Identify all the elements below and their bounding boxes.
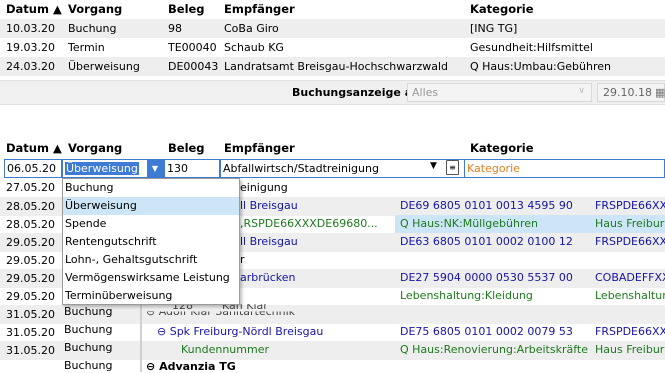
subgroup-spk[interactable]: ⊖ Spk Freiburg-Nördl Breisgau xyxy=(157,325,323,338)
col-header-datum[interactable]: Datum ▲ xyxy=(6,139,62,158)
table-row[interactable]: 24.03.20 Überweisung DE00043 Landratsamt… xyxy=(0,57,665,76)
category-text: Lebenshaltur xyxy=(595,289,665,302)
table-row[interactable]: 10.03.20 Buchung 98 CoBa Giro [ING TG] xyxy=(0,19,665,38)
col-header-empfaenger[interactable]: Empfänger xyxy=(224,0,295,19)
category-text: Haus Freibur xyxy=(595,217,665,230)
dropdown-option[interactable]: Vermögenswirksame Leistung xyxy=(63,269,239,287)
bottom-table-header: Datum ▲ Vorgang Beleg Empfänger Kategori… xyxy=(0,139,665,158)
dropdown-option[interactable]: Rentengutschrift xyxy=(63,233,239,251)
col-header-kategorie[interactable]: Kategorie xyxy=(470,0,534,19)
beleg-input[interactable]: 130 xyxy=(164,159,220,178)
bic-text: COBADEFFXX xyxy=(595,271,665,284)
col-header-kategorie[interactable]: Kategorie xyxy=(470,139,534,158)
vorgang-combobox[interactable]: Überweisung ▼ xyxy=(62,159,164,178)
category-text: Q Haus:NK:Müllgebühren xyxy=(400,217,538,230)
col-header-vorgang[interactable]: Vorgang xyxy=(68,139,122,158)
col-header-vorgang[interactable]: Vorgang xyxy=(68,0,122,19)
dropdown-option[interactable]: Buchung xyxy=(63,179,239,197)
collapse-icon[interactable]: ⊖ xyxy=(157,325,166,338)
category-input[interactable]: Kategorie xyxy=(465,159,665,178)
payee-dropdown-icon[interactable]: ▼ xyxy=(430,161,437,171)
col-header-beleg[interactable]: Beleg xyxy=(168,0,205,19)
date-input[interactable]: 06.05.20 xyxy=(4,159,62,178)
booking-display-bar: Buchungsanzeige ab Alles ∨ 29.10.18 ▦ xyxy=(0,80,665,105)
booking-display-label: Buchungsanzeige ab xyxy=(292,86,420,99)
bic-text: FRSPDE66XX xyxy=(595,325,665,338)
bic-text: FRSPDE66XX xyxy=(595,199,665,212)
dropdown-option[interactable]: Terminüberweisung xyxy=(63,287,239,305)
dropdown-option[interactable]: Lohn-, Gehaltsgutschrift xyxy=(63,251,239,269)
top-table-header: Datum ▲ Vorgang Beleg Empfänger Kategori… xyxy=(0,0,665,19)
filter-select[interactable]: Alles ∨ xyxy=(407,83,592,102)
col-header-empfaenger[interactable]: Empfänger xyxy=(224,139,295,158)
payee-combobox[interactable]: Abfallwirtsch/Stadtreinigung xyxy=(220,159,465,178)
payee-text: Kundennummer xyxy=(181,343,269,356)
collapse-icon[interactable]: ⊖ xyxy=(146,360,155,373)
payee-text: arbrücken xyxy=(240,271,296,284)
iban-text: DE75 6805 0101 0002 0079 53 xyxy=(400,325,573,338)
category-text: Lebenshaltung:Kleidung xyxy=(400,289,533,302)
table-row[interactable]: 19.03.20 Termin TE00040 Schaub KG Gesund… xyxy=(0,38,665,57)
chevron-down-icon: ∨ xyxy=(578,86,585,96)
payee-text: r xyxy=(240,253,245,266)
iban-text: DE63 6805 0101 0002 0100 12 xyxy=(400,235,573,248)
group-header-advanzia[interactable]: ⊖ Advanzia TG xyxy=(146,360,236,373)
sort-asc-icon: ▲ xyxy=(53,2,62,16)
category-text: Haus Freibur xyxy=(595,343,665,356)
date-field[interactable]: 29.10.18 ▦ xyxy=(597,83,665,102)
iban-text: DE27 5904 0000 0530 5537 00 xyxy=(400,271,573,284)
column-divider xyxy=(140,304,142,372)
payee-text: ll Breisgau xyxy=(240,235,298,248)
category-text: Q Haus:Renovierung:Arbeitskräfte xyxy=(400,343,588,356)
calendar-icon[interactable]: ▦ xyxy=(655,86,665,99)
payee-text: einigung xyxy=(240,181,288,194)
vorgang-dropdown-list: Buchung Überweisung Spende Rentengutschr… xyxy=(62,178,240,305)
memo-icon[interactable]: ≡ xyxy=(446,160,459,175)
iban-text: DE69 6805 0101 0013 4595 90 xyxy=(400,199,573,212)
col-header-datum[interactable]: Datum ▲ xyxy=(6,0,62,19)
dropdown-option-selected[interactable]: Überweisung xyxy=(63,197,239,215)
col-header-beleg[interactable]: Beleg xyxy=(168,139,205,158)
dropdown-option[interactable]: Spende xyxy=(63,215,239,233)
payee-text: ll Breisgau xyxy=(240,199,298,212)
payee-text: ,RSPDE66XXXDE69680... xyxy=(240,217,378,230)
bic-text: FRSPDE66XX xyxy=(595,235,665,248)
sort-asc-icon: ▲ xyxy=(53,141,62,155)
dropdown-arrow-icon[interactable]: ▼ xyxy=(147,160,163,177)
